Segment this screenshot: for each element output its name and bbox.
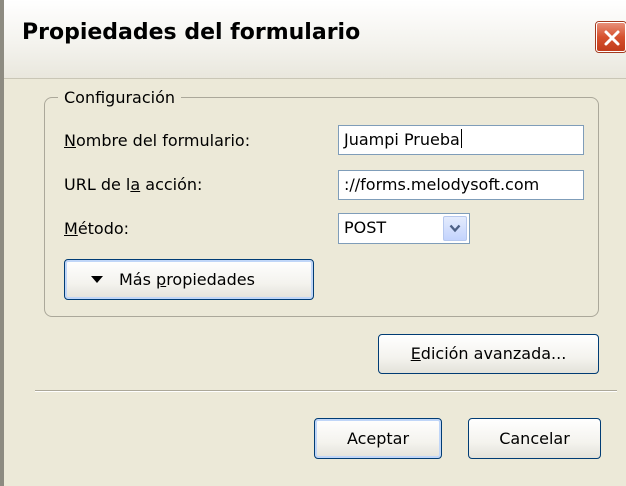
more-properties-label: Más propiedades [119, 270, 255, 289]
dialog-window: Propiedades del formulario Configuración… [0, 0, 626, 486]
chevron-down-icon [449, 224, 461, 233]
triangle-down-icon [91, 276, 103, 283]
form-name-input[interactable]: Juampi Prueba [338, 125, 584, 155]
close-button[interactable] [596, 22, 626, 52]
action-url-input[interactable]: ://forms.melodysoft.com [338, 170, 584, 200]
ok-button[interactable]: Aceptar [314, 418, 442, 459]
config-group-legend: Configuración [58, 88, 182, 108]
cancel-button[interactable]: Cancelar [468, 418, 601, 459]
action-url-label: URL de la acción: [64, 175, 203, 194]
text-caret [460, 129, 462, 148]
close-icon [604, 30, 620, 46]
method-label: Método: [64, 219, 130, 238]
method-dropdown-button[interactable] [443, 216, 467, 241]
separator [35, 390, 617, 392]
more-properties-button[interactable]: Más propiedades [64, 259, 314, 300]
title-bar[interactable]: Propiedades del formulario [4, 0, 626, 79]
method-select[interactable]: POST [338, 213, 470, 244]
dialog-title: Propiedades del formulario [22, 20, 361, 45]
advanced-edit-button[interactable]: Edición avanzada... [378, 334, 599, 374]
method-select-value: POST [344, 218, 387, 237]
form-name-label: Nombre del formulario: [64, 131, 251, 150]
